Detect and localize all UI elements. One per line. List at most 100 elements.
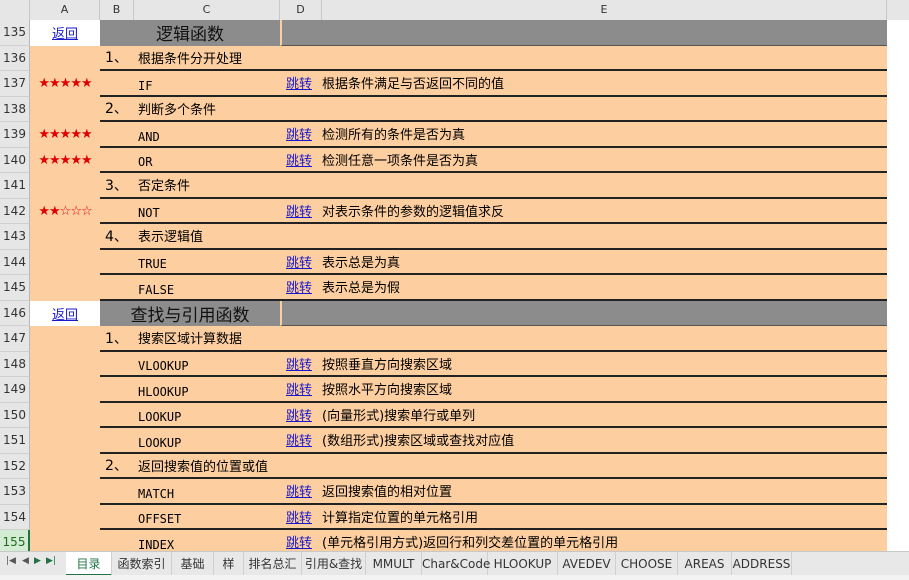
sheet-tab[interactable]: 函数索引 (112, 552, 172, 576)
row-number[interactable]: 141 (0, 173, 30, 199)
row-number[interactable]: 151 (0, 428, 30, 454)
sheet-tab[interactable]: 基础 (172, 552, 214, 576)
empty-cell[interactable] (887, 351, 909, 377)
column-a-cell[interactable] (30, 479, 100, 505)
sheet-tab[interactable]: 目录 (66, 552, 112, 576)
jump-link[interactable]: 跳转 (286, 479, 312, 503)
row-content[interactable]: 3、 否定条件 (100, 173, 887, 199)
column-a-cell[interactable] (30, 173, 100, 199)
row-number[interactable]: 145 (0, 275, 30, 301)
empty-cell[interactable] (887, 224, 909, 250)
empty-cell[interactable] (887, 326, 909, 352)
row-content[interactable]: 逻辑函数 (100, 20, 887, 46)
row-number[interactable]: 148 (0, 351, 30, 377)
column-header-2[interactable]: C (134, 0, 280, 20)
select-all-corner[interactable] (0, 0, 30, 20)
row-number[interactable]: 147 (0, 326, 30, 352)
column-a-cell[interactable] (30, 96, 100, 122)
sheet-tab[interactable]: 样 (214, 552, 244, 576)
column-a-cell[interactable]: 返回 (30, 300, 100, 326)
empty-cell[interactable] (887, 122, 909, 148)
jump-link[interactable]: 跳转 (286, 505, 312, 529)
row-content[interactable]: HLOOKUP 跳转 按照水平方向搜索区域 (100, 377, 887, 403)
column-header-4[interactable]: E (322, 0, 887, 20)
sheet-tab[interactable]: AREAS (678, 552, 732, 576)
empty-cell[interactable] (887, 479, 909, 505)
empty-cell[interactable] (887, 45, 909, 71)
empty-cell[interactable] (887, 428, 909, 454)
row-content[interactable]: LOOKUP 跳转 (向量形式)搜索单行或单列 (100, 402, 887, 428)
row-content[interactable]: LOOKUP 跳转 (数组形式)搜索区域或查找对应值 (100, 428, 887, 454)
row-number[interactable]: 140 (0, 147, 30, 173)
row-content[interactable]: 2、 返回搜索值的位置或值 (100, 453, 887, 479)
row-number[interactable]: 144 (0, 249, 30, 275)
empty-cell[interactable] (887, 275, 909, 301)
row-content[interactable]: NOT 跳转 对表示条件的参数的逻辑值求反 (100, 198, 887, 224)
jump-link[interactable]: 跳转 (286, 352, 312, 376)
sheet-tab[interactable]: ADDRESS (732, 552, 792, 576)
row-number[interactable]: 139 (0, 122, 30, 148)
jump-link[interactable]: 跳转 (286, 275, 312, 299)
prev-sheet-icon[interactable]: ◀ (22, 556, 29, 566)
jump-link[interactable]: 跳转 (286, 122, 312, 146)
row-content[interactable]: 4、 表示逻辑值 (100, 224, 887, 250)
row-number[interactable]: 149 (0, 377, 30, 403)
column-header-3[interactable]: D (280, 0, 322, 20)
next-sheet-icon[interactable]: ▶ (34, 556, 41, 566)
row-content[interactable]: 1、 根据条件分开处理 (100, 45, 887, 71)
column-a-cell[interactable] (30, 249, 100, 275)
back-link[interactable]: 返回 (52, 23, 78, 42)
row-number[interactable]: 146 (0, 300, 30, 326)
sheet-tab[interactable]: MMULT (366, 552, 422, 576)
empty-cell[interactable] (887, 96, 909, 122)
jump-link[interactable]: 跳转 (286, 530, 312, 554)
empty-cell[interactable] (887, 504, 909, 530)
row-content[interactable]: TRUE 跳转 表示总是为真 (100, 249, 887, 275)
empty-cell[interactable] (887, 377, 909, 403)
row-content[interactable]: IF 跳转 根据条件满足与否返回不同的值 (100, 71, 887, 97)
jump-link[interactable]: 跳转 (286, 148, 312, 172)
column-a-cell[interactable] (30, 428, 100, 454)
empty-cell[interactable] (887, 147, 909, 173)
sheet-tab[interactable]: 排名总汇 (244, 552, 302, 576)
column-header-0[interactable]: A (30, 0, 100, 20)
column-a-cell[interactable] (30, 351, 100, 377)
empty-cell[interactable] (887, 453, 909, 479)
row-number[interactable]: 142 (0, 198, 30, 224)
empty-cell[interactable] (887, 300, 909, 326)
row-number[interactable]: 135 (0, 20, 30, 46)
row-content[interactable]: AND 跳转 检测所有的条件是否为真 (100, 122, 887, 148)
column-a-cell[interactable]: ★★☆☆☆ (30, 198, 100, 224)
back-link[interactable]: 返回 (52, 304, 78, 323)
sheet-tab[interactable]: CHOOSE (616, 552, 678, 576)
first-sheet-icon[interactable]: |◀ (6, 556, 16, 566)
jump-link[interactable]: 跳转 (286, 428, 312, 452)
column-a-cell[interactable] (30, 45, 100, 71)
jump-link[interactable]: 跳转 (286, 403, 312, 427)
jump-link[interactable]: 跳转 (286, 71, 312, 95)
row-number[interactable]: 154 (0, 504, 30, 530)
sheet-tab[interactable]: HLOOKUP (488, 552, 558, 576)
row-number[interactable]: 143 (0, 224, 30, 250)
jump-link[interactable]: 跳转 (286, 250, 312, 274)
column-a-cell[interactable]: ★★★★★ (30, 147, 100, 173)
empty-cell[interactable] (887, 249, 909, 275)
empty-cell[interactable] (887, 71, 909, 97)
row-number[interactable]: 150 (0, 402, 30, 428)
column-a-cell[interactable] (30, 326, 100, 352)
column-a-cell[interactable]: 返回 (30, 20, 100, 46)
sheet-tab[interactable]: AVEDEV (558, 552, 616, 576)
empty-cell[interactable] (887, 20, 909, 46)
row-number[interactable]: 137 (0, 71, 30, 97)
column-header-1[interactable]: B (100, 0, 134, 20)
sheet-tab[interactable]: Char&Code (422, 552, 490, 576)
column-a-cell[interactable] (30, 377, 100, 403)
row-content[interactable]: FALSE 跳转 表示总是为假 (100, 275, 887, 301)
empty-cell[interactable] (887, 402, 909, 428)
jump-link[interactable]: 跳转 (286, 377, 312, 401)
row-content[interactable]: MATCH 跳转 返回搜索值的相对位置 (100, 479, 887, 505)
empty-cell[interactable] (887, 198, 909, 224)
column-a-cell[interactable]: ★★★★★ (30, 71, 100, 97)
sheet-tab[interactable]: 引用&查找 (302, 552, 366, 576)
last-sheet-icon[interactable]: ▶| (46, 556, 56, 566)
